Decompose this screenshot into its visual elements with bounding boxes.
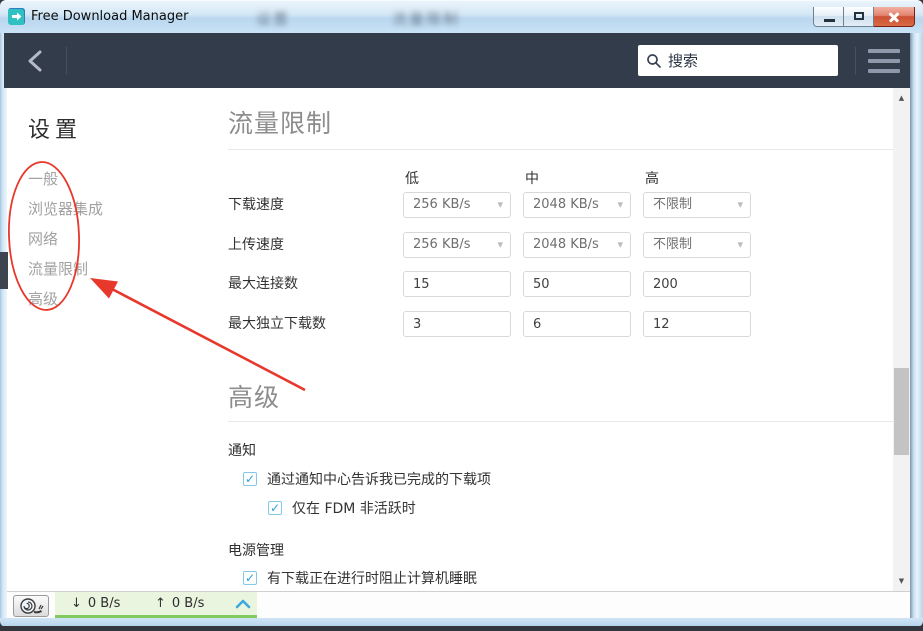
- minimize-icon: [824, 19, 835, 22]
- collapse-chevron-icon[interactable]: [233, 598, 253, 610]
- close-button[interactable]: [874, 7, 915, 27]
- fdm-window: Free Download Manager 设置 流量限制 搜索: [0, 0, 923, 631]
- section-title-traffic-limits: 流量限制: [228, 104, 332, 140]
- ghost-tab-text: 设置: [256, 8, 290, 29]
- checkbox-label: 仅在 FDM 非活跃时: [292, 498, 416, 518]
- notify-completed-downloads-row: ✓ 通过通知中心告诉我已完成的下载项: [243, 469, 491, 489]
- sidebar-item-network[interactable]: 网络: [28, 224, 103, 254]
- upload-speed-medium-dropdown[interactable]: 2048 KB/s ▾: [523, 232, 631, 258]
- upload-speed: ↑ 0 B/s: [155, 596, 231, 611]
- row-label-max-downloads: 最大独立下载数: [228, 311, 326, 337]
- checkbox-checked[interactable]: ✓: [243, 571, 257, 585]
- background-strip: [0, 626, 923, 631]
- window-title: Free Download Manager: [31, 9, 188, 24]
- chevron-down-icon: ▾: [737, 233, 743, 257]
- settings-page: 设置 一般 浏览器集成 网络 流量限制 高级 流量限制 低 中 高 下载速度 2…: [7, 88, 893, 591]
- row-label-max-connections: 最大连接数: [228, 271, 298, 297]
- hamburger-icon: [868, 59, 900, 63]
- menu-button[interactable]: [868, 49, 900, 73]
- scroll-up-button[interactable]: ▲: [893, 90, 910, 106]
- checkbox-checked[interactable]: ✓: [243, 472, 257, 486]
- window-border-right: [910, 33, 923, 620]
- search-icon: [646, 53, 662, 69]
- chevron-down-icon: ▾: [617, 193, 623, 217]
- hamburger-icon: [868, 69, 900, 73]
- hamburger-icon: [868, 49, 900, 53]
- back-button[interactable]: [22, 47, 52, 75]
- snail-icon: [19, 598, 44, 615]
- settings-nav: 一般 浏览器集成 网络 流量限制 高级: [28, 164, 103, 314]
- row-label-upload-speed: 上传速度: [228, 232, 284, 258]
- column-header-low: 低: [405, 168, 419, 188]
- dropdown-value: 不限制: [653, 237, 692, 252]
- column-header-high: 高: [645, 168, 659, 188]
- max-connections-medium-input[interactable]: [523, 271, 631, 297]
- speed-panel[interactable]: ↓ 0 B/s ↑ 0 B/s: [55, 592, 257, 618]
- group-heading-power-management: 电源管理: [228, 540, 284, 560]
- checkbox-label: 通过通知中心告诉我已完成的下载项: [267, 469, 491, 489]
- scrollbar-thumb[interactable]: [894, 368, 909, 455]
- dropdown-value: 256 KB/s: [413, 237, 471, 252]
- max-downloads-low-input[interactable]: [403, 311, 511, 337]
- download-arrow-icon: ↓: [71, 596, 82, 611]
- toolbar-divider: [855, 47, 856, 75]
- snail-mode-button[interactable]: [13, 595, 49, 617]
- prevent-sleep-row: ✓ 有下载正在进行时阻止计算机睡眠: [243, 568, 477, 588]
- upload-speed-low-dropdown[interactable]: 256 KB/s ▾: [403, 232, 511, 258]
- dropdown-value: 2048 KB/s: [533, 197, 599, 212]
- chevron-down-icon: ▾: [617, 233, 623, 257]
- checkbox-label: 有下载正在进行时阻止计算机睡眠: [267, 568, 477, 588]
- main-toolbar: 搜索: [4, 33, 910, 88]
- titlebar[interactable]: Free Download Manager 设置 流量限制: [0, 0, 923, 33]
- vertical-scrollbar[interactable]: ▲ ▼: [893, 88, 910, 591]
- chevron-down-icon: ▾: [497, 233, 503, 257]
- dropdown-value: 2048 KB/s: [533, 237, 599, 252]
- notify-only-when-inactive-row: ✓ 仅在 FDM 非活跃时: [268, 498, 416, 518]
- search-input[interactable]: 搜索: [638, 45, 838, 76]
- upload-arrow-icon: ↑: [155, 596, 166, 611]
- chevron-down-icon: ▾: [497, 193, 503, 217]
- sidebar-item-general[interactable]: 一般: [28, 164, 103, 194]
- dropdown-value: 256 KB/s: [413, 197, 471, 212]
- download-speed-high-dropdown[interactable]: 不限制 ▾: [643, 192, 751, 218]
- download-speed: ↓ 0 B/s: [71, 596, 155, 611]
- dropdown-value: 不限制: [653, 197, 692, 212]
- background-window-fragment: [0, 252, 8, 289]
- max-connections-low-input[interactable]: [403, 271, 511, 297]
- maximize-icon: [854, 12, 864, 20]
- row-label-download-speed: 下载速度: [228, 192, 284, 218]
- download-speed-value: 0 B/s: [88, 596, 120, 611]
- chevron-down-icon: ▾: [737, 193, 743, 217]
- max-connections-high-input[interactable]: [643, 271, 751, 297]
- scroll-down-button[interactable]: ▼: [893, 573, 910, 589]
- sidebar-item-traffic-limits[interactable]: 流量限制: [28, 254, 103, 284]
- max-downloads-medium-input[interactable]: [523, 311, 631, 337]
- window-border-left: [0, 33, 7, 620]
- download-speed-medium-dropdown[interactable]: 2048 KB/s ▾: [523, 192, 631, 218]
- section-title-advanced: 高级: [228, 378, 280, 414]
- sidebar-item-browser-integration[interactable]: 浏览器集成: [28, 194, 103, 224]
- group-heading-notifications: 通知: [228, 440, 256, 460]
- max-downloads-high-input[interactable]: [643, 311, 751, 337]
- checkbox-checked[interactable]: ✓: [268, 501, 282, 515]
- section-divider: [228, 421, 893, 422]
- window-controls: [813, 7, 915, 27]
- page-title: 设置: [28, 112, 82, 144]
- fdm-logo-icon: [8, 8, 25, 25]
- sidebar-item-advanced[interactable]: 高级: [28, 284, 103, 314]
- ghost-tab-text: 流量限制: [392, 8, 460, 29]
- section-divider: [228, 149, 893, 150]
- search-placeholder: 搜索: [668, 50, 698, 71]
- back-chevron-icon: [22, 47, 52, 75]
- download-speed-low-dropdown[interactable]: 256 KB/s ▾: [403, 192, 511, 218]
- maximize-button[interactable]: [844, 7, 874, 27]
- toolbar-divider: [66, 47, 67, 75]
- upload-speed-high-dropdown[interactable]: 不限制 ▾: [643, 232, 751, 258]
- upload-speed-value: 0 B/s: [172, 596, 204, 611]
- statusbar: ↓ 0 B/s ↑ 0 B/s: [7, 591, 910, 618]
- column-header-medium: 中: [525, 168, 539, 188]
- minimize-button[interactable]: [813, 7, 844, 27]
